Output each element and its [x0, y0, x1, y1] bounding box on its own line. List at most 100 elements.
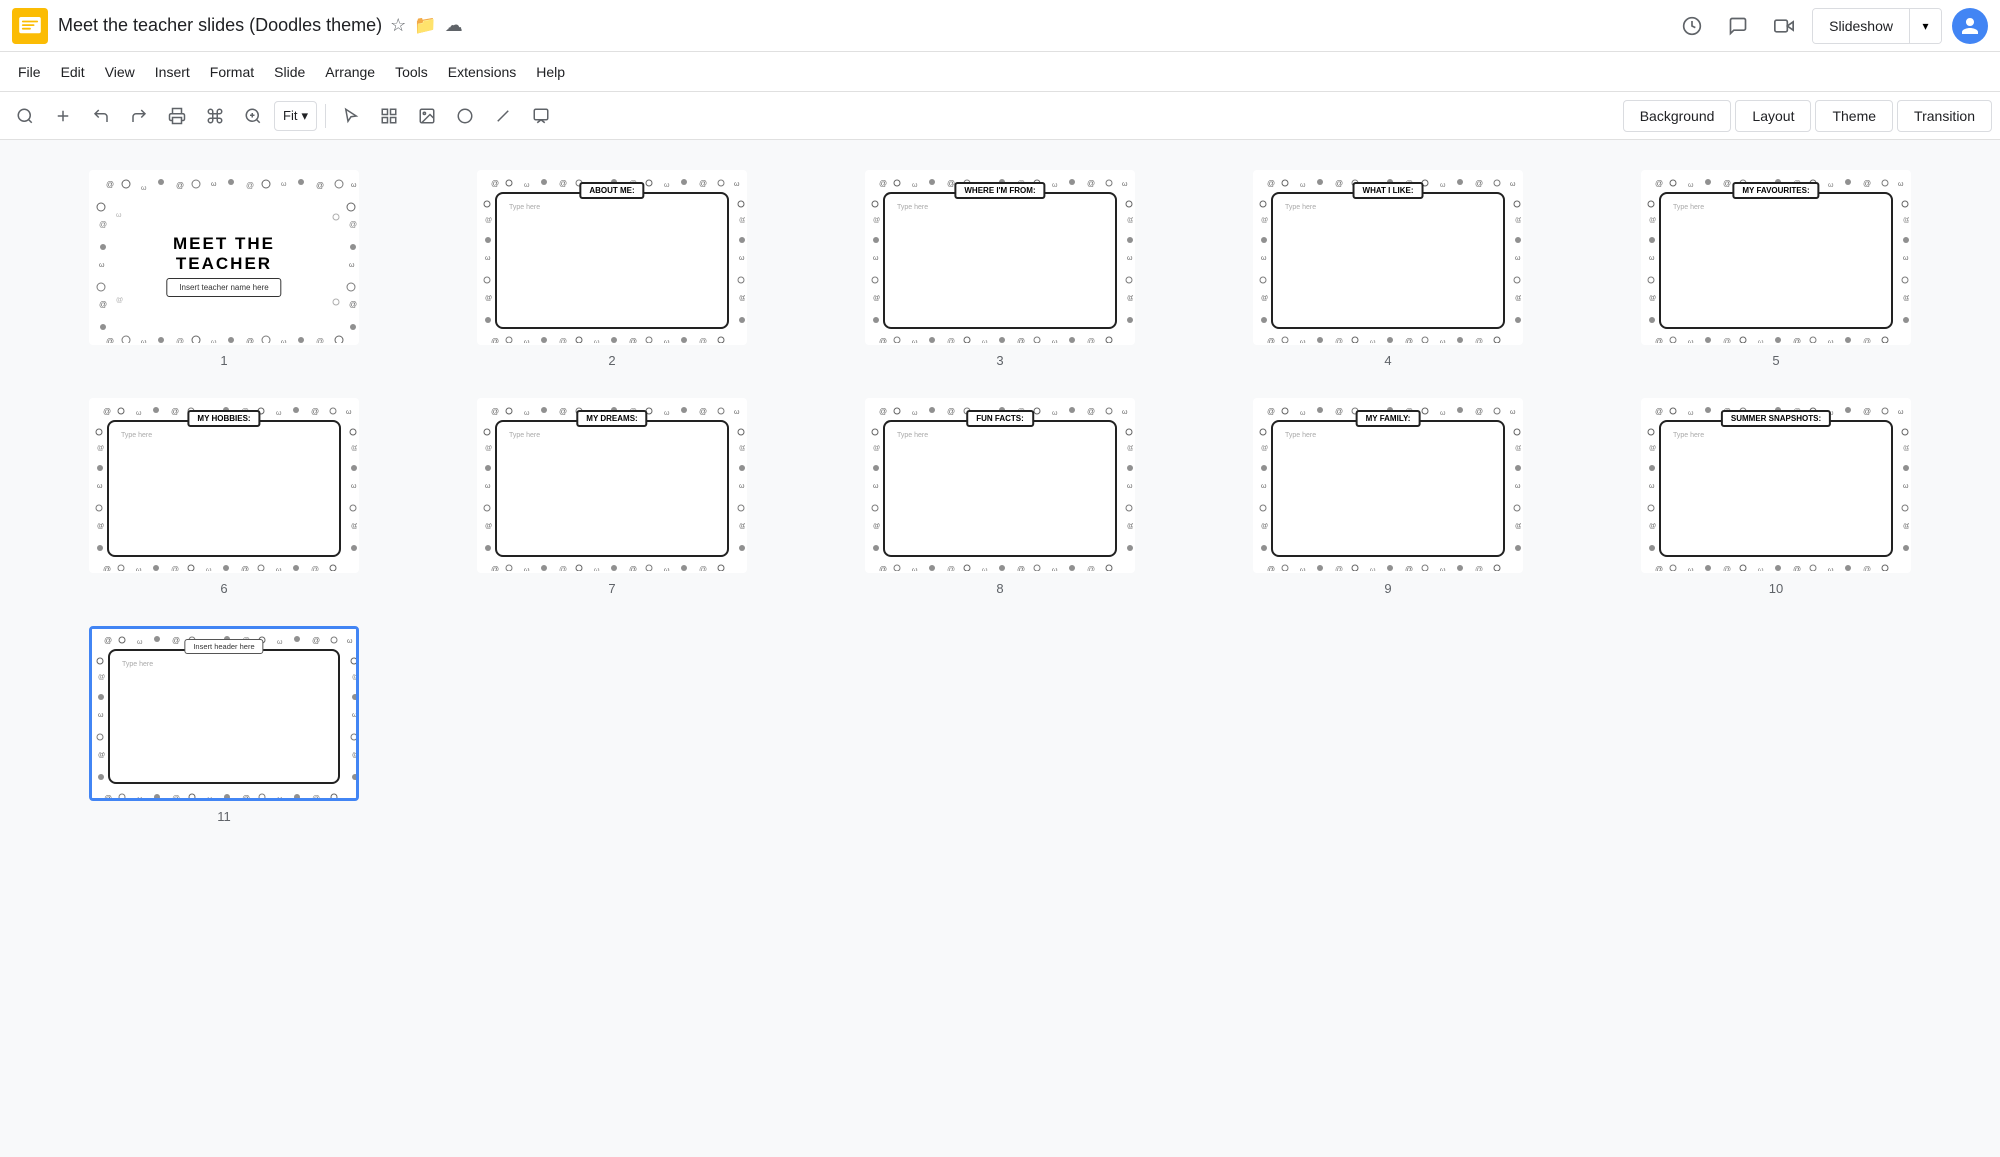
- svg-text:ω: ω: [206, 567, 212, 571]
- menu-insert[interactable]: Insert: [145, 58, 200, 86]
- slide-content-header-10: SUMMER SNAPSHOTS:: [1721, 410, 1831, 427]
- svg-text:@: @: [1655, 565, 1663, 571]
- slide-container-9[interactable]: @ ω @ ω @ ω @ ω @: [1204, 398, 1572, 596]
- zoom-search-button[interactable]: [236, 100, 270, 132]
- svg-text:ω: ω: [141, 339, 147, 343]
- svg-text:@: @: [1405, 337, 1413, 343]
- svg-text:ω: ω: [351, 483, 357, 490]
- svg-text:ω: ω: [1122, 181, 1128, 188]
- svg-text:ω: ω: [207, 796, 213, 798]
- print-button[interactable]: [160, 100, 194, 132]
- svg-text:@: @: [873, 217, 880, 224]
- slide-wrapper-5[interactable]: @ ω @ ω @ ω @ ω @: [1641, 170, 1911, 345]
- zoom-selector[interactable]: Fit ▾: [274, 101, 317, 131]
- svg-text:@: @: [1903, 217, 1909, 224]
- slide-container-7[interactable]: @ ω @ ω @ ω @ ω @: [428, 398, 796, 596]
- paint-format-button[interactable]: [198, 100, 232, 132]
- svg-text:@: @: [1017, 337, 1025, 343]
- shape-button[interactable]: [448, 100, 482, 132]
- transition-button[interactable]: Transition: [1897, 100, 1992, 132]
- slide-wrapper-11[interactable]: @ ω @ ω @ ω @ ω @: [89, 626, 359, 801]
- cloud-icon[interactable]: ☁: [445, 15, 463, 36]
- slide-wrapper-3[interactable]: @ ω @ ω @ ω @ ω @: [865, 170, 1135, 345]
- slideshow-dropdown[interactable]: ▾: [1909, 9, 1941, 43]
- user-avatar[interactable]: [1952, 8, 1988, 44]
- meet-button[interactable]: [1766, 8, 1802, 44]
- svg-text:ω: ω: [211, 181, 217, 188]
- svg-text:ω: ω: [347, 638, 353, 645]
- slide-wrapper-1[interactable]: @ ω @ ω @ ω @ ω @: [89, 170, 359, 345]
- svg-text:ω: ω: [1300, 182, 1306, 189]
- svg-text:@: @: [1267, 179, 1275, 188]
- comments-button[interactable]: [1720, 8, 1756, 44]
- slide-container-1[interactable]: @ ω @ ω @ ω @ ω @: [40, 170, 408, 368]
- slideshow-label[interactable]: Slideshow: [1813, 9, 1909, 43]
- slideshow-button[interactable]: Slideshow ▾: [1812, 8, 1942, 44]
- svg-text:ω: ω: [485, 483, 491, 490]
- menu-help[interactable]: Help: [526, 58, 575, 86]
- slide-wrapper-4[interactable]: @ ω @ ω @ ω @ ω @: [1253, 170, 1523, 345]
- slide-container-6[interactable]: @ ω @ ω @ ω @ ω @: [40, 398, 408, 596]
- slide-container-11[interactable]: @ ω @ ω @ ω @ ω @: [40, 626, 408, 824]
- svg-text:ω: ω: [1898, 181, 1904, 188]
- menu-tools[interactable]: Tools: [385, 58, 438, 86]
- slide-type-here-8: Type here: [897, 432, 928, 439]
- svg-text:@: @: [103, 565, 111, 571]
- slide-container-4[interactable]: @ ω @ ω @ ω @ ω @: [1204, 170, 1572, 368]
- add-button[interactable]: [46, 100, 80, 132]
- menu-view[interactable]: View: [95, 58, 145, 86]
- svg-text:ω: ω: [276, 410, 282, 417]
- slide-wrapper-6[interactable]: @ ω @ ω @ ω @ ω @: [89, 398, 359, 573]
- svg-text:@: @: [1649, 445, 1656, 452]
- line-button[interactable]: [486, 100, 520, 132]
- slide-wrapper-8[interactable]: @ ω @ ω @ ω @ ω @: [865, 398, 1135, 573]
- slide-container-5[interactable]: @ ω @ ω @ ω @ ω @: [1592, 170, 1960, 368]
- svg-text:@: @: [879, 179, 887, 188]
- image-button[interactable]: [410, 100, 444, 132]
- undo-button[interactable]: [84, 100, 118, 132]
- menu-slide[interactable]: Slide: [264, 58, 315, 86]
- star-icon[interactable]: ☆: [390, 15, 406, 36]
- slide-container-10[interactable]: @ ω @ ω @ ω @ ω @: [1592, 398, 1960, 596]
- svg-text:@: @: [349, 300, 357, 309]
- svg-text:ω: ω: [485, 255, 491, 262]
- slide-content-header-5: MY FAVOURITES:: [1732, 182, 1819, 199]
- menu-edit[interactable]: Edit: [51, 58, 95, 86]
- slide-wrapper-7[interactable]: @ ω @ ω @ ω @ ω @: [477, 398, 747, 573]
- menu-arrange[interactable]: Arrange: [315, 58, 385, 86]
- background-button[interactable]: Background: [1623, 100, 1732, 132]
- slide-container-8[interactable]: @ ω @ ω @ ω @ ω @: [816, 398, 1184, 596]
- svg-text:@: @: [947, 565, 955, 571]
- slide-1-subtitle: Insert teacher name here: [166, 278, 281, 297]
- svg-text:ω: ω: [1127, 255, 1133, 262]
- layout-button[interactable]: Layout: [1735, 100, 1811, 132]
- search-button[interactable]: [8, 100, 42, 132]
- slide-container-3[interactable]: @ ω @ ω @ ω @ ω @: [816, 170, 1184, 368]
- menu-extensions[interactable]: Extensions: [438, 58, 526, 86]
- svg-text:ω: ω: [1052, 339, 1058, 343]
- menu-format[interactable]: Format: [200, 58, 264, 86]
- svg-text:ω: ω: [524, 182, 530, 189]
- theme-button[interactable]: Theme: [1815, 100, 1893, 132]
- svg-text:ω: ω: [664, 410, 670, 417]
- svg-text:ω: ω: [1261, 483, 1267, 490]
- comment-inline-button[interactable]: [524, 100, 558, 132]
- folder-icon[interactable]: 📁: [414, 15, 436, 36]
- slide-wrapper-2[interactable]: @ ω @ ω @ ω @ ω @: [477, 170, 747, 345]
- select-button[interactable]: [334, 100, 368, 132]
- slide-container-2[interactable]: @ ω @ ω @ ω @ ω @: [428, 170, 796, 368]
- slide-wrapper-10[interactable]: @ ω @ ω @ ω @ ω @: [1641, 398, 1911, 573]
- svg-text:ω: ω: [1052, 410, 1058, 417]
- svg-text:@: @: [106, 337, 114, 343]
- redo-button[interactable]: [122, 100, 156, 132]
- history-button[interactable]: [1674, 8, 1710, 44]
- svg-text:@: @: [1335, 407, 1343, 416]
- svg-text:ω: ω: [1758, 567, 1764, 571]
- menu-file[interactable]: File: [8, 58, 51, 86]
- svg-text:@: @: [1267, 565, 1275, 571]
- slide-wrapper-9[interactable]: @ ω @ ω @ ω @ ω @: [1253, 398, 1523, 573]
- svg-text:@: @: [1261, 217, 1268, 224]
- slide-number-3: 3: [996, 353, 1003, 368]
- svg-text:@: @: [1515, 295, 1521, 302]
- transform-button[interactable]: [372, 100, 406, 132]
